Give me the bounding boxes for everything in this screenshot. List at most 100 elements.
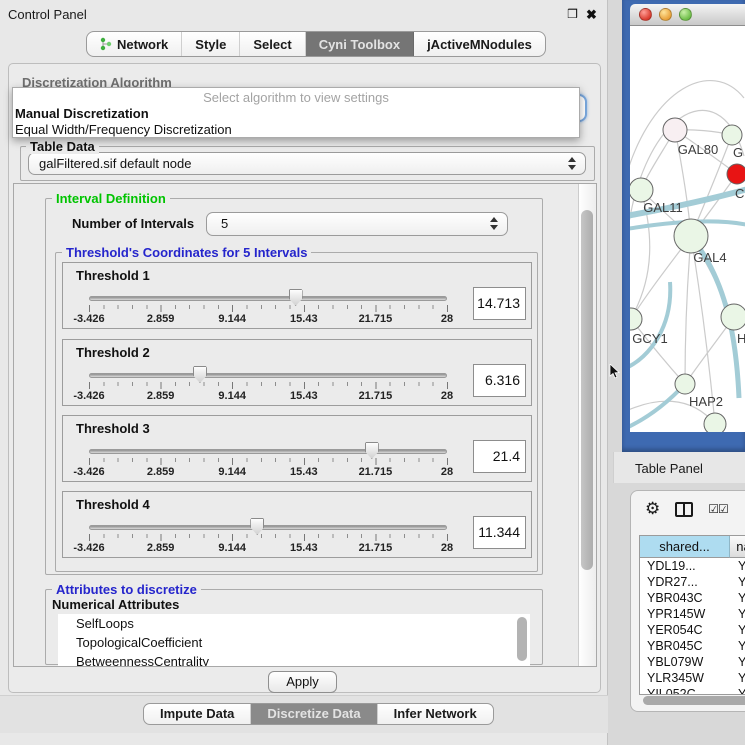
column-header-name[interactable]: na — [730, 536, 745, 558]
threshold-value-field[interactable]: 14.713 — [473, 287, 526, 320]
table-row[interactable]: YBR045CYBR0 — [640, 638, 745, 654]
settings-vertical-scrollbar[interactable] — [578, 184, 596, 666]
tab-infer-network[interactable]: Infer Network — [378, 704, 493, 724]
checkboxes-icon[interactable]: ☑☑ — [708, 502, 728, 516]
cell-shared-name[interactable]: YPR145W — [640, 606, 730, 622]
network-node-gcy1[interactable] — [630, 308, 642, 330]
tick-label: 9.144 — [218, 313, 246, 325]
threshold-panel: Threshold 2 -3.4262.8599.14415.4321.7152… — [62, 339, 532, 406]
network-canvas[interactable]: GAL80GCGAL11GAL4GCY1HHAP2 — [630, 26, 745, 432]
table-row[interactable]: YDR27...YDR2 — [640, 574, 745, 590]
threshold-panel: Threshold 3 -3.4262.8599.14415.4321.7152… — [62, 415, 532, 482]
tab-network[interactable]: Network — [87, 32, 182, 56]
mac-minimize-icon[interactable] — [659, 8, 672, 21]
table-horizontal-scrollbar[interactable] — [641, 696, 745, 706]
cell-name[interactable]: YPR1 — [730, 606, 745, 622]
cell-shared-name[interactable]: YLR345W — [640, 670, 730, 686]
network-node-gal11[interactable] — [630, 178, 653, 202]
tab-cyni-toolbox[interactable]: Cyni Toolbox — [306, 32, 414, 56]
mac-zoom-icon[interactable] — [679, 8, 692, 21]
cell-shared-name[interactable]: YBR045C — [640, 638, 730, 654]
cell-shared-name[interactable]: YBR043C — [640, 590, 730, 606]
hscrollbar-thumb[interactable] — [643, 696, 745, 705]
threshold-slider-track[interactable] — [89, 373, 447, 378]
node-label: HAP2 — [689, 394, 723, 409]
cell-name[interactable]: YLR3 — [730, 670, 745, 686]
float-window-icon[interactable]: ❒ — [565, 7, 580, 22]
numerical-attributes-list[interactable]: SelfLoopsTopologicalCoefficientBetweenne… — [58, 614, 530, 666]
attribute-list-item[interactable]: SelfLoops — [58, 614, 530, 633]
tick-label: 28 — [441, 313, 453, 325]
tick-label: 28 — [441, 542, 453, 554]
num-intervals-value: 5 — [221, 216, 228, 231]
table-row[interactable]: YER054CYER0 — [640, 622, 745, 638]
network-node-g[interactable] — [722, 125, 742, 145]
threshold-slider-thumb[interactable] — [365, 442, 379, 459]
tab-discretize-data[interactable]: Discretize Data — [251, 704, 377, 724]
columns-layout-icon[interactable] — [675, 502, 693, 517]
table-data-combobox[interactable]: galFiltered.sif default node — [28, 152, 586, 175]
cell-name[interactable]: YER0 — [730, 622, 745, 638]
cell-name[interactable]: YBR0 — [730, 638, 745, 654]
slider-tick-labels: -3.4262.8599.14415.4321.71528 — [89, 390, 448, 402]
table-row[interactable]: YBR043CYBR0 — [640, 590, 745, 606]
network-view-window: GAL80GCGAL11GAL4GCY1HHAP2 — [622, 0, 745, 452]
threshold-value-field[interactable]: 11.344 — [473, 516, 526, 549]
apply-button[interactable]: Apply — [268, 671, 337, 693]
algorithm-option[interactable]: Manual Discretization — [13, 105, 579, 121]
network-node-gal80[interactable] — [663, 118, 687, 142]
thresholds-group-title: Threshold's Coordinates for 5 Intervals — [62, 245, 311, 260]
cell-shared-name[interactable]: YBL079W — [640, 654, 730, 670]
attributes-scrollbar-thumb[interactable] — [517, 617, 527, 661]
mac-close-icon[interactable] — [639, 8, 652, 21]
table-row[interactable]: YPR145WYPR1 — [640, 606, 745, 622]
threshold-label: Threshold 4 — [76, 497, 150, 512]
cell-name[interactable]: YBL0 — [730, 654, 745, 670]
attribute-list-item[interactable]: BetweennessCentrality — [58, 652, 530, 666]
threshold-label: Threshold 2 — [76, 345, 150, 360]
tab-style[interactable]: Style — [182, 32, 240, 56]
table-row[interactable]: YDL19...YDL1 — [640, 558, 745, 574]
network-node-h[interactable] — [721, 304, 745, 330]
threshold-slider-thumb[interactable] — [193, 366, 207, 383]
threshold-value-field[interactable]: 6.316 — [473, 364, 526, 397]
slider-ticks — [89, 534, 448, 541]
tab-jactivemnodules[interactable]: jActiveMNodules — [414, 32, 545, 56]
cell-name[interactable]: YBR0 — [730, 590, 745, 606]
threshold-value-field[interactable]: 21.4 — [473, 440, 526, 473]
tab-label: jActiveMNodules — [427, 37, 532, 52]
table-data-group-title: Table Data — [26, 139, 99, 154]
cell-shared-name[interactable]: YDR27... — [640, 574, 730, 590]
table-row[interactable]: YBL079WYBL0 — [640, 654, 745, 670]
cell-name[interactable]: YDL1 — [730, 558, 745, 574]
network-node-c[interactable] — [727, 164, 745, 184]
algorithm-option[interactable]: Equal Width/Frequency Discretization — [13, 121, 579, 137]
slider-ticks — [89, 458, 448, 465]
network-node-gal4[interactable] — [674, 219, 708, 253]
network-window-titlebar[interactable] — [630, 4, 745, 26]
cell-name[interactable]: YIL0 — [730, 686, 745, 695]
tick-label: 28 — [441, 466, 453, 478]
threshold-slider-track[interactable] — [89, 449, 447, 454]
tab-select[interactable]: Select — [240, 32, 305, 56]
cell-shared-name[interactable]: YIL052C — [640, 686, 730, 695]
network-node[interactable] — [704, 413, 726, 432]
cell-name[interactable]: YDR2 — [730, 574, 745, 590]
cell-shared-name[interactable]: YER054C — [640, 622, 730, 638]
gear-icon[interactable]: ⚙ — [645, 500, 660, 518]
attribute-list-item[interactable]: TopologicalCoefficient — [58, 633, 530, 652]
table-row[interactable]: YIL052CYIL0 — [640, 686, 745, 695]
threshold-slider-track[interactable] — [89, 296, 447, 301]
column-header-shared-name[interactable]: shared... — [640, 536, 730, 558]
threshold-slider-track[interactable] — [89, 525, 447, 530]
network-node-hap2[interactable] — [675, 374, 695, 394]
tab-impute-data[interactable]: Impute Data — [144, 704, 251, 724]
tab-label: Style — [195, 37, 226, 52]
close-window-icon[interactable]: ✖ — [584, 7, 599, 22]
threshold-slider-thumb[interactable] — [289, 289, 303, 306]
scrollbar-thumb[interactable] — [581, 210, 593, 570]
threshold-slider-thumb[interactable] — [250, 518, 264, 535]
table-row[interactable]: YLR345WYLR3 — [640, 670, 745, 686]
cell-shared-name[interactable]: YDL19... — [640, 558, 730, 574]
num-intervals-spinner[interactable]: 5 — [206, 212, 508, 236]
